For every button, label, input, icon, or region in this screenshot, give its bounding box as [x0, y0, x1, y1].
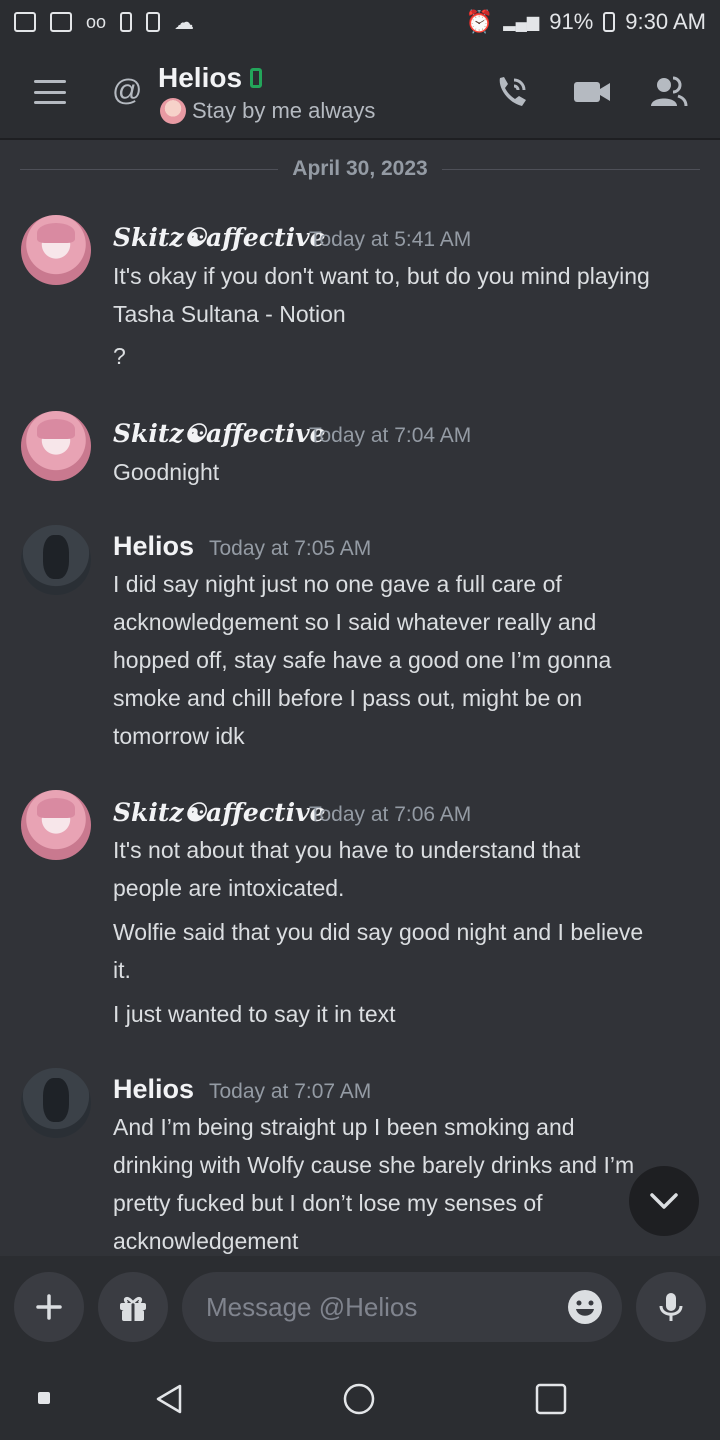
message-text: acknowledgement — [113, 1228, 299, 1254]
battery-percent: 91% — [549, 9, 594, 34]
gift-button[interactable] — [98, 1272, 168, 1342]
message-composer — [0, 1256, 720, 1356]
chevron-down-icon — [650, 1193, 678, 1209]
message-author[interactable]: Helios — [113, 1074, 194, 1105]
message-timestamp: Today at 7:07 AM — [209, 1080, 372, 1103]
members-icon[interactable] — [648, 72, 688, 112]
sim-icon — [50, 12, 72, 32]
emoji-icon[interactable] — [566, 1288, 604, 1326]
message-text: It's okay if you don't want to, but do y… — [113, 263, 650, 289]
gift-icon — [120, 1296, 146, 1321]
menu-icon[interactable] — [34, 80, 66, 104]
microphone-icon — [659, 1293, 683, 1321]
message-text: It's not about that you have to understa… — [113, 837, 581, 863]
overview-icon[interactable] — [534, 1382, 568, 1416]
system-nav-bar — [0, 1356, 720, 1440]
avatar[interactable] — [21, 215, 91, 285]
at-icon: @ — [112, 74, 143, 107]
recipient-name-text: Helios — [158, 62, 243, 93]
message-timestamp: Today at 7:04 AM — [309, 424, 472, 447]
avatar[interactable] — [21, 525, 91, 595]
message-text: And I’m being straight up I been smoking… — [113, 1114, 575, 1140]
avatar[interactable] — [21, 1068, 91, 1138]
message-list[interactable]: April 30, 2023 Skitz☯affective Today at … — [0, 140, 720, 1256]
cloud-icon: ☁ — [174, 11, 195, 34]
message-text: it. — [113, 957, 131, 983]
mobile-online-icon — [250, 68, 263, 88]
message-timestamp: Today at 5:41 AM — [309, 228, 472, 251]
home-icon[interactable] — [342, 1382, 376, 1416]
battery-icon — [603, 12, 616, 32]
channel-header: @ Helios Stay by me always — [0, 44, 720, 140]
message-input-box[interactable] — [182, 1272, 622, 1342]
gallery-icon — [14, 12, 36, 32]
message-timestamp: Today at 7:05 AM — [209, 537, 372, 560]
message-text: I just wanted to say it in text — [113, 1001, 396, 1027]
message-timestamp: Today at 7:06 AM — [309, 803, 472, 826]
attach-button[interactable] — [14, 1272, 84, 1342]
back-icon[interactable] — [152, 1382, 186, 1416]
recents-icon[interactable] — [38, 1392, 50, 1404]
message-text: Wolfie said that you did say good night … — [113, 919, 644, 945]
notification-icons: oo ☁ — [14, 10, 194, 35]
message-text: drinking with Wolfy cause she barely dri… — [113, 1152, 635, 1178]
message-text: I did say night just no one gave a full … — [113, 571, 562, 597]
phone-call-icon[interactable] — [492, 72, 532, 112]
message-input[interactable] — [206, 1287, 566, 1327]
message-text: acknowledgement so I said whatever reall… — [113, 609, 597, 635]
message-text: Tasha Sultana - Notion — [113, 301, 346, 327]
date-divider: April 30, 2023 — [20, 154, 701, 184]
message-text: Goodnight — [113, 459, 220, 485]
clock: 9:30 AM — [625, 9, 706, 34]
message-author[interactable]: Skitz☯affective — [113, 798, 326, 827]
message-text: pretty fucked but I don’t lose my senses… — [113, 1190, 543, 1216]
status-emoji-icon — [160, 98, 186, 124]
date-divider-label: April 30, 2023 — [292, 157, 428, 180]
message-author[interactable]: Helios — [113, 531, 194, 562]
video-call-icon[interactable] — [572, 72, 612, 112]
custom-status: Stay by me always — [160, 98, 375, 124]
jump-to-latest-button[interactable] — [629, 1166, 699, 1236]
status-bar: oo ☁ ⏰ ▂▄▆ 91% 9:30 AM — [0, 0, 720, 44]
avatar[interactable] — [21, 411, 91, 481]
message-text: smoke and chill before I pass out, might… — [113, 685, 583, 711]
dm-recipient-name[interactable]: Helios — [158, 62, 263, 94]
alarm-icon: ⏰ — [465, 9, 494, 34]
custom-status-text: Stay by me always — [192, 98, 376, 123]
message-text: ? — [113, 343, 126, 369]
message-text: hopped off, stay safe have a good one I’… — [113, 647, 612, 673]
voicemail-icon: oo — [86, 11, 107, 32]
usb-icon — [120, 12, 133, 32]
plus-icon — [36, 1294, 62, 1320]
message-author[interactable]: Skitz☯affective — [113, 223, 326, 252]
message-text: people are intoxicated. — [113, 875, 345, 901]
voice-message-button[interactable] — [636, 1272, 706, 1342]
message-author[interactable]: Skitz☯affective — [113, 419, 326, 448]
message-text: tomorrow idk — [113, 723, 245, 749]
signal-icon: ▂▄▆ — [503, 14, 540, 31]
medical-icon — [146, 12, 161, 32]
avatar[interactable] — [21, 790, 91, 860]
